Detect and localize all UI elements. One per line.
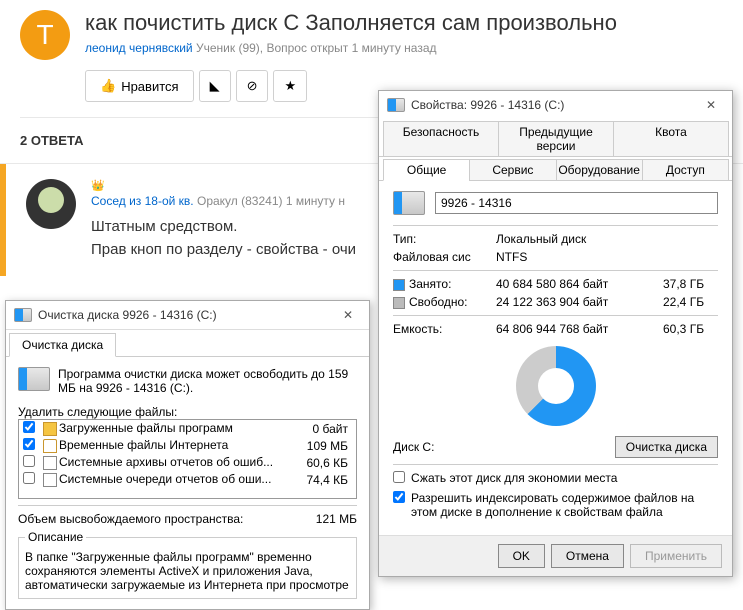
file-list[interactable]: Загруженные файлы программ0 байтВременны… [18,419,357,499]
tab-Безопасность[interactable]: Безопасность [383,121,499,157]
capacity-bytes: 64 806 944 768 байт [496,322,655,336]
file-row[interactable]: Загруженные файлы программ0 байт [19,420,356,437]
drive-label: Диск C: [393,440,434,454]
free-gb: 22,4 ГБ [663,295,718,309]
index-checkbox[interactable] [393,491,405,503]
file-checkbox[interactable] [23,472,35,484]
asker-link[interactable]: леонид чернявский [85,41,193,55]
used-bytes: 40 684 580 864 байт [496,277,655,291]
drive-properties-window: Свойства: 9926 - 14316 (C:) ✕ Безопаснос… [378,90,733,577]
file-row[interactable]: Системные очереди отчетов об оши...74,4 … [19,471,356,488]
cancel-button[interactable]: Отмена [551,544,624,568]
star-button[interactable]: ★ [273,70,307,102]
file-checkbox[interactable] [23,455,35,467]
properties-titlebar[interactable]: Свойства: 9926 - 14316 (C:) ✕ [379,91,732,119]
ok-button[interactable]: OK [498,544,545,568]
block-icon: ⊘ [247,78,258,94]
index-label: Разрешить индексировать содержимое файло… [411,491,718,519]
cleanup-titlebar[interactable]: Очистка диска 9926 - 14316 (C:) ✕ [6,301,369,330]
tab-Сервис[interactable]: Сервис [469,159,556,181]
drive-icon [387,98,405,112]
folder-icon [43,422,57,436]
disk-cleanup-window: Очистка диска 9926 - 14316 (C:) ✕ Очистк… [5,300,370,610]
lock-icon [43,439,57,453]
block-button[interactable]: ⊘ [236,70,269,102]
doc-icon [43,473,57,487]
tab-Предыдущие версии[interactable]: Предыдущие версии [498,121,614,157]
capacity-label: Емкость: [393,322,488,336]
tab-Доступ[interactable]: Доступ [642,159,729,181]
like-button[interactable]: 👍Нравится [85,70,194,102]
asker-avatar: Т [20,10,70,60]
description-group: Описание В папке "Загруженные файлы прог… [18,530,357,599]
used-gb: 37,8 ГБ [663,277,718,291]
question-meta: леонид чернявский Ученик (99), Вопрос от… [85,41,723,55]
cleanup-description: Программа очистки диска может освободить… [58,367,357,395]
close-button[interactable]: ✕ [335,306,361,324]
file-checkbox[interactable] [23,421,35,433]
fs-value: NTFS [496,250,718,264]
bookmark-icon: ◣ [210,78,220,94]
drive-icon [18,367,50,391]
fs-label: Файловая сис [393,250,488,264]
file-row[interactable]: Временные файлы Интернета109 МБ [19,437,356,454]
free-bytes: 24 122 363 904 байт [496,295,655,309]
drive-icon [393,191,425,215]
star-icon: ★ [284,78,296,94]
close-button[interactable]: ✕ [698,96,724,114]
answerer-avatar [26,179,76,229]
tab-Оборудование[interactable]: Оборудование [556,159,643,181]
compress-checkbox[interactable] [393,471,405,483]
apply-button[interactable]: Применить [630,544,722,568]
file-row[interactable]: Системные архивы отчетов об ошиб...60,6 … [19,454,356,471]
doc-icon [43,456,57,470]
file-checkbox[interactable] [23,438,35,450]
compress-label: Сжать этот диск для экономии места [411,471,617,485]
tab-cleanup[interactable]: Очистка диска [9,333,116,357]
file-list-label: Удалить следующие файлы: [18,405,357,419]
usage-chart [516,346,596,426]
freed-value: 121 МБ [316,512,357,526]
tab-Квота[interactable]: Квота [613,121,729,157]
cleanup-button[interactable]: Очистка диска [615,436,718,458]
thumb-icon: 👍 [100,78,116,94]
type-label: Тип: [393,232,488,246]
freed-label: Объем высвобождаемого пространства: [18,512,243,526]
free-swatch [393,297,405,309]
drive-icon [14,308,32,322]
tab-Общие[interactable]: Общие [383,159,470,181]
answerer-link[interactable]: Сосед из 18-ой кв. [91,194,194,208]
drive-name-input[interactable] [435,192,718,214]
capacity-gb: 60,3 ГБ [663,322,718,336]
bookmark-button[interactable]: ◣ [199,70,231,102]
cleanup-title: Очистка диска 9926 - 14316 (C:) [38,308,217,322]
question-title: как почистить диск С Заполняется сам про… [85,10,723,36]
used-swatch [393,279,405,291]
type-value: Локальный диск [496,232,718,246]
